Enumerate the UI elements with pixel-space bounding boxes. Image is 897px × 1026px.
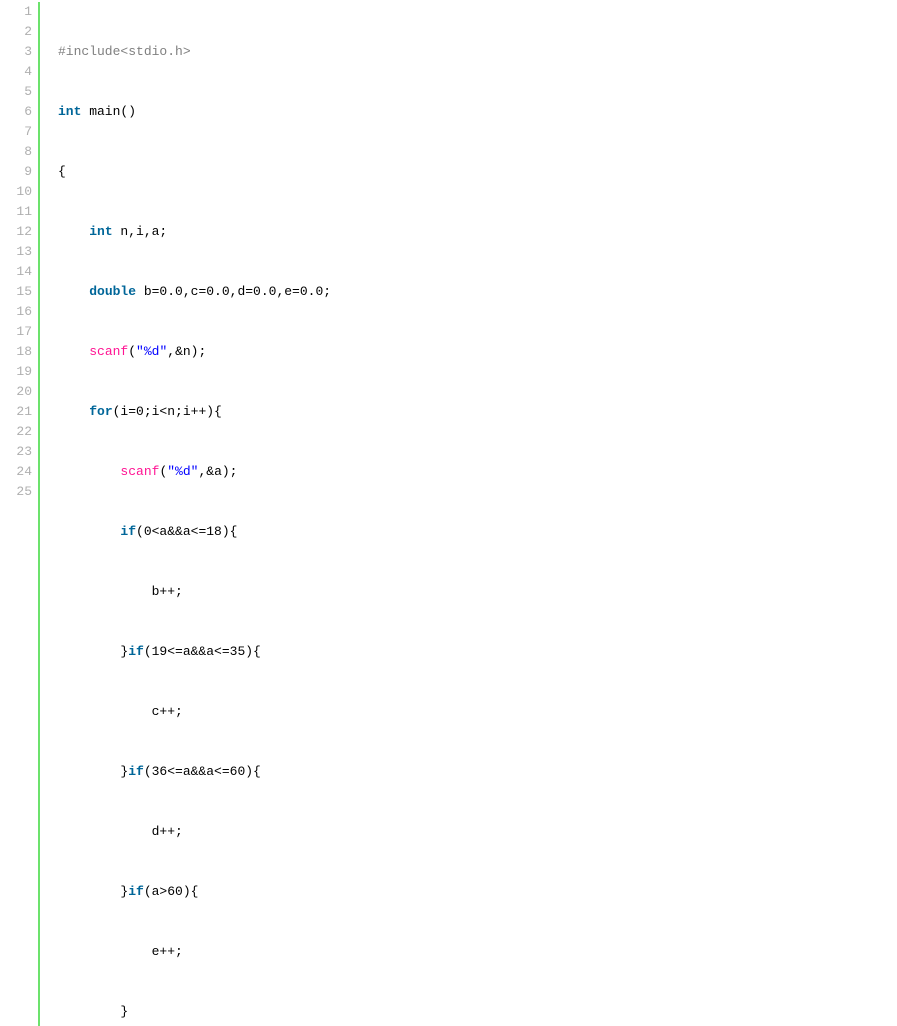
line-number: 3 (0, 42, 32, 62)
line-number: 4 (0, 62, 32, 82)
code-text (58, 284, 89, 299)
string-literal: "%d" (167, 464, 198, 479)
code-line: }if(a>60){ (58, 882, 518, 902)
line-number: 7 (0, 122, 32, 142)
code-line: int main() (58, 102, 518, 122)
code-line: { (58, 162, 518, 182)
code-text: main() (81, 104, 136, 119)
keyword: if (128, 764, 144, 779)
code-text: ( (128, 344, 136, 359)
line-number: 8 (0, 142, 32, 162)
code-text (58, 464, 120, 479)
function-call: scanf (120, 464, 159, 479)
code-line: }if(36<=a&&a<=60){ (58, 762, 518, 782)
code-text: c++; (58, 704, 183, 719)
line-number: 16 (0, 302, 32, 322)
keyword: if (128, 644, 144, 659)
code-text: b=0.0,c=0.0,d=0.0,e=0.0; (136, 284, 331, 299)
line-number: 13 (0, 242, 32, 262)
code-text: (i=0;i<n;i++){ (113, 404, 222, 419)
code-text: } (58, 884, 128, 899)
code-text (58, 524, 120, 539)
code-text (58, 404, 89, 419)
code-text: (36<=a&&a<=60){ (144, 764, 261, 779)
code-line: scanf("%d",&n); (58, 342, 518, 362)
code-text (58, 224, 89, 239)
code-text: } (58, 644, 128, 659)
keyword: double (89, 284, 136, 299)
code-text: } (58, 764, 128, 779)
line-number: 21 (0, 402, 32, 422)
line-number: 18 (0, 342, 32, 362)
code-text: d++; (58, 824, 183, 839)
code-text: b++; (58, 584, 183, 599)
preprocessor: #include<stdio.h> (58, 44, 191, 59)
code-text: ,&n); (167, 344, 206, 359)
code-area: #include<stdio.h> int main() { int n,i,a… (40, 2, 518, 1026)
code-text: n,i,a; (113, 224, 168, 239)
line-number: 12 (0, 222, 32, 242)
code-line: for(i=0;i<n;i++){ (58, 402, 518, 422)
code-block: 1 2 3 4 5 6 7 8 9 10 11 12 13 14 15 16 1… (0, 2, 897, 1026)
line-number: 9 (0, 162, 32, 182)
code-line: d++; (58, 822, 518, 842)
code-text: (19<=a&&a<=35){ (144, 644, 261, 659)
line-number: 19 (0, 362, 32, 382)
line-number: 23 (0, 442, 32, 462)
keyword: int (58, 104, 81, 119)
code-line: } (58, 1002, 518, 1022)
keyword: if (128, 884, 144, 899)
code-line: int n,i,a; (58, 222, 518, 242)
code-line: if(0<a&&a<=18){ (58, 522, 518, 542)
code-line: }if(19<=a&&a<=35){ (58, 642, 518, 662)
code-line: scanf("%d",&a); (58, 462, 518, 482)
line-number: 22 (0, 422, 32, 442)
line-number: 24 (0, 462, 32, 482)
keyword: if (120, 524, 136, 539)
code-line: b++; (58, 582, 518, 602)
code-text: { (58, 164, 66, 179)
code-text: (0<a&&a<=18){ (136, 524, 237, 539)
code-text: e++; (58, 944, 183, 959)
line-number: 17 (0, 322, 32, 342)
code-line: double b=0.0,c=0.0,d=0.0,e=0.0; (58, 282, 518, 302)
code-line: c++; (58, 702, 518, 722)
function-call: scanf (89, 344, 128, 359)
keyword: for (89, 404, 112, 419)
code-line: e++; (58, 942, 518, 962)
line-number: 1 (0, 2, 32, 22)
line-number: 10 (0, 182, 32, 202)
code-text: ,&a); (198, 464, 237, 479)
code-text (58, 344, 89, 359)
line-number: 2 (0, 22, 32, 42)
line-number: 15 (0, 282, 32, 302)
code-text: (a>60){ (144, 884, 199, 899)
keyword: int (89, 224, 112, 239)
code-line: #include<stdio.h> (58, 42, 518, 62)
string-literal: "%d" (136, 344, 167, 359)
code-text: } (58, 1004, 128, 1019)
line-number-gutter: 1 2 3 4 5 6 7 8 9 10 11 12 13 14 15 16 1… (0, 2, 40, 1026)
line-number: 14 (0, 262, 32, 282)
line-number: 11 (0, 202, 32, 222)
line-number: 6 (0, 102, 32, 122)
line-number: 5 (0, 82, 32, 102)
line-number: 25 (0, 482, 32, 502)
line-number: 20 (0, 382, 32, 402)
